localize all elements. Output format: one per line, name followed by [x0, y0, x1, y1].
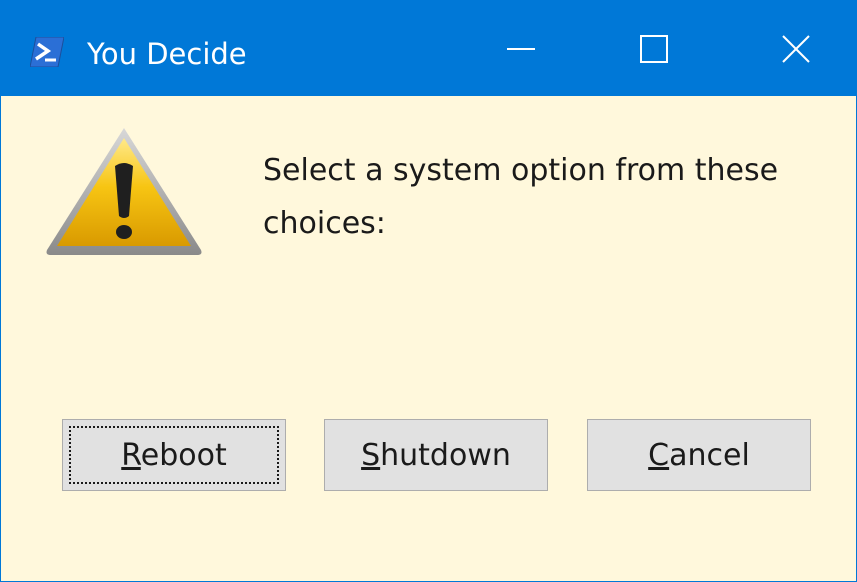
reboot-button-label: Reboot [121, 437, 227, 473]
powershell-icon [30, 37, 64, 67]
cancel-button-label: Cancel [648, 437, 750, 473]
close-icon [782, 34, 810, 63]
minimize-icon [507, 47, 535, 50]
reboot-button[interactable]: Reboot [62, 419, 286, 491]
cancel-button[interactable]: Cancel [587, 419, 811, 491]
minimize-button[interactable] [461, 1, 581, 96]
window-title: You Decide [87, 37, 247, 71]
shutdown-button-label: Shutdown [361, 437, 511, 473]
dialog-content: Select a system option from these choice… [1, 96, 856, 581]
maximize-button[interactable] [594, 1, 714, 96]
dialog-window: You Decide Select a system option from t… [0, 0, 857, 582]
shutdown-button[interactable]: Shutdown [324, 419, 548, 491]
title-bar[interactable]: You Decide [1, 1, 856, 96]
close-button[interactable] [736, 1, 856, 96]
warning-icon [46, 128, 202, 255]
dialog-message: Select a system option from these choice… [263, 153, 779, 241]
maximize-icon [640, 34, 668, 63]
